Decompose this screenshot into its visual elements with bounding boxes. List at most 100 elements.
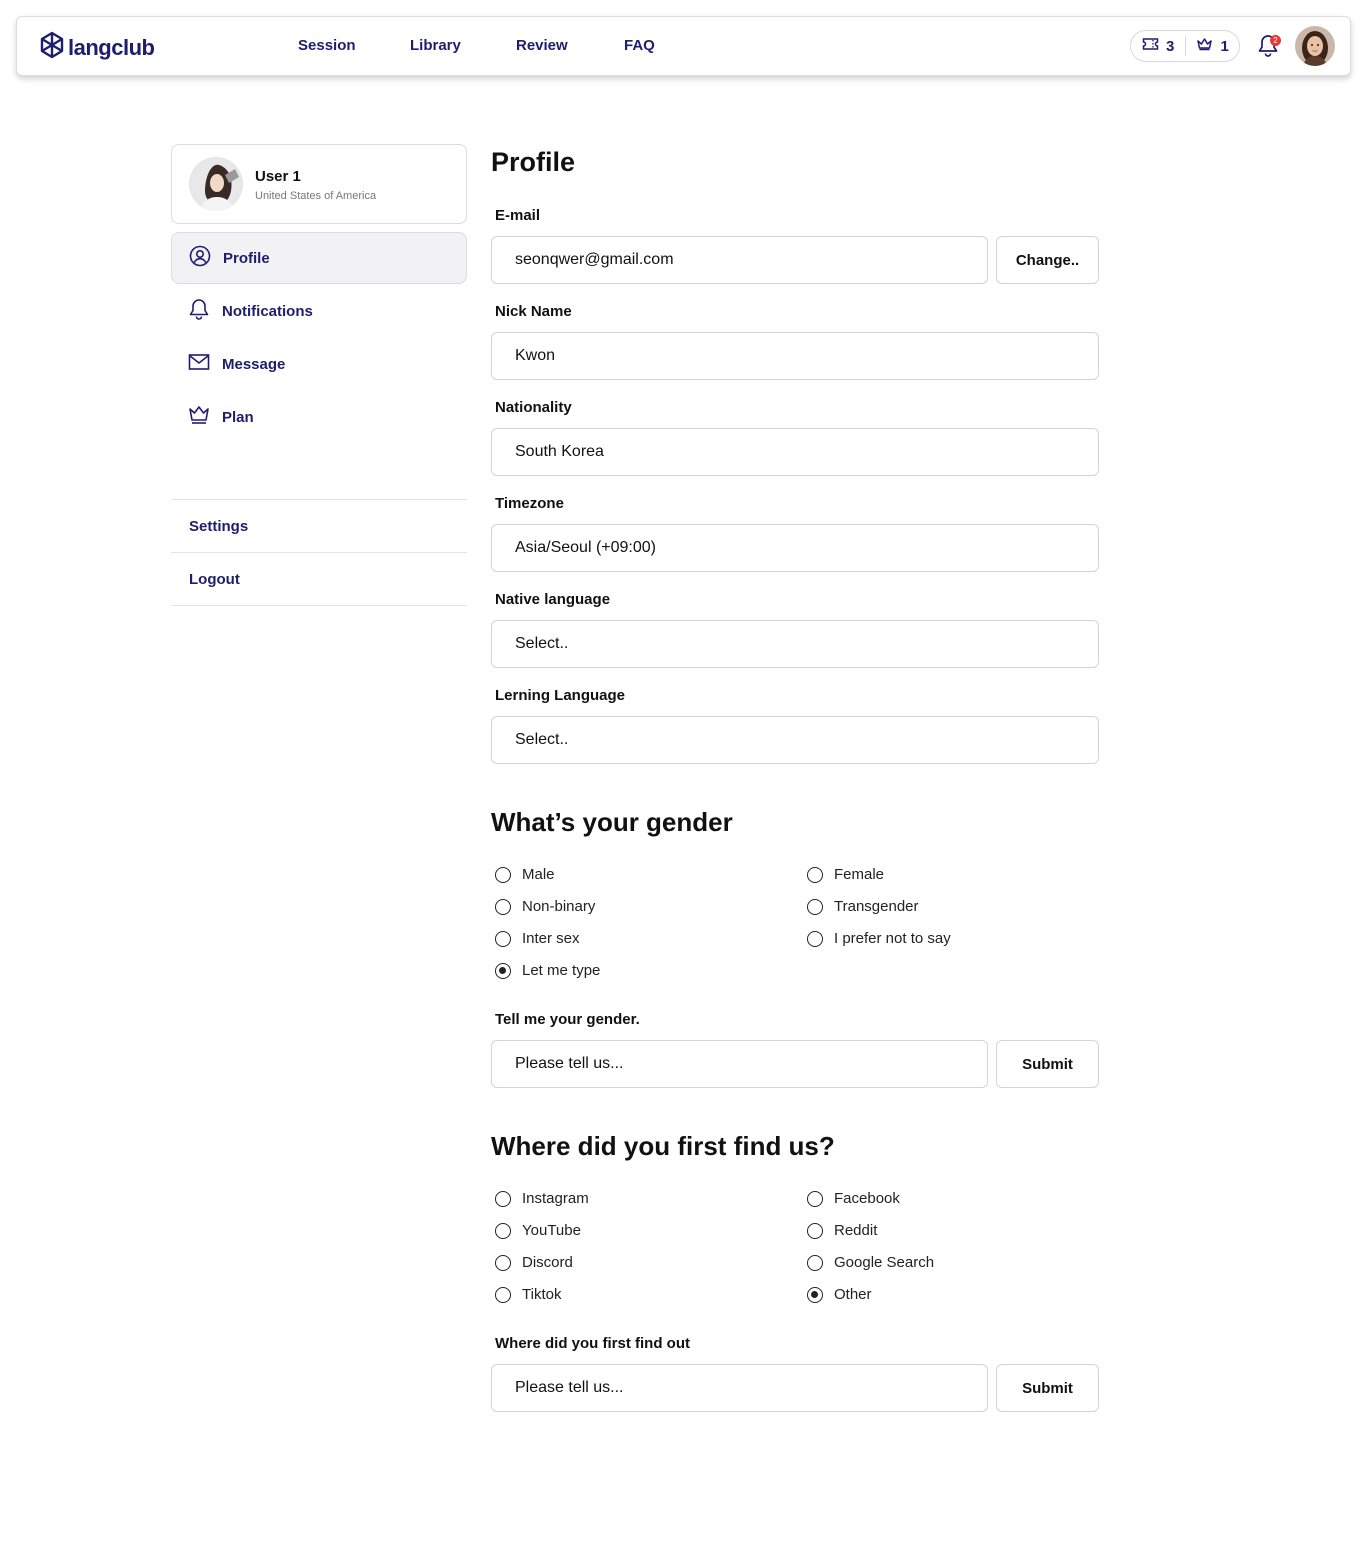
radio-button[interactable] [495,1222,511,1239]
nav-review-link[interactable]: Review [516,37,568,54]
gender-option-male[interactable]: Male [495,866,555,883]
gender-section-title: What’s your gender [491,807,733,837]
sidebar-item-plan[interactable]: Plan [171,391,467,443]
radio-label: I prefer not to say [834,930,951,947]
sidebar-link-settings[interactable]: Settings [171,499,467,552]
crowns-counter[interactable]: 1 [1185,37,1239,56]
gender-option-prefer-not-to-say[interactable]: I prefer not to say [807,930,951,947]
crown-icon [1196,37,1213,56]
nationality-label: Nationality [495,399,572,416]
radio-button[interactable] [807,1190,823,1207]
radio-label: Let me type [522,962,601,979]
crown-icon [188,404,210,430]
radio-button[interactable] [495,1286,511,1303]
learning-language-select[interactable]: Select.. [491,716,1099,764]
sidebar-item-label: Plan [222,408,254,426]
radio-button[interactable] [807,930,823,947]
gender-input[interactable]: Please tell us... [491,1040,988,1088]
bell-icon [188,298,210,324]
native-language-label: Native language [495,591,611,608]
gender-option-transgender[interactable]: Transgender [807,898,919,915]
nav-session-link[interactable]: Session [298,37,356,54]
gender-option-non-binary[interactable]: Non-binary [495,898,595,915]
nav-library[interactable]: Library [410,37,461,55]
sidebar-item-notifications[interactable]: Notifications [171,285,467,337]
user-card[interactable]: User 1 United States of America [171,144,467,224]
gender-option-female[interactable]: Female [807,866,884,883]
radio-label: Non-binary [522,898,596,915]
sidebar-divider [171,605,467,606]
email-field[interactable]: seonqwer@gmail.com [491,236,988,284]
source-option-facebook[interactable]: Facebook [807,1190,900,1207]
gender-option-inter-sex[interactable]: Inter sex [495,930,580,947]
gender-input-label: Tell me your gender. [495,1011,640,1028]
radio-button[interactable] [807,866,823,883]
email-label: E-mail [495,207,541,224]
sidebar-item-profile[interactable]: Profile [171,232,467,284]
radio-label: YouTube [522,1222,581,1239]
source-option-tiktok[interactable]: Tiktok [495,1286,561,1303]
radio-button[interactable] [495,1254,511,1271]
radio-label: Male [522,866,555,883]
logo-text: langclub [68,34,155,60]
radio-button-selected[interactable] [495,962,511,979]
change-email-button[interactable]: Change.. [996,236,1099,284]
source-option-instagram[interactable]: Instagram [495,1190,589,1207]
radio-label: Female [834,866,885,883]
nickname-label: Nick Name [495,303,572,320]
radio-button[interactable] [495,930,511,947]
sidebar-item-label: Profile [223,249,270,267]
gender-submit-button[interactable]: Submit [996,1040,1099,1088]
crowns-count: 1 [1220,37,1229,55]
radio-label: Facebook [834,1190,900,1207]
timezone-field[interactable]: Asia/Seoul (+09:00) [491,524,1099,572]
mail-icon [188,351,210,377]
ticket-icon [1142,37,1159,56]
gender-option-let-me-type[interactable]: Let me type [495,962,600,979]
radio-button[interactable] [495,1190,511,1207]
source-option-other[interactable]: Other [807,1286,872,1303]
radio-label: Tiktok [522,1286,562,1303]
source-option-google-search[interactable]: Google Search [807,1254,934,1271]
radio-label: Reddit [834,1222,878,1239]
user-circle-icon [189,245,211,271]
user-name: User 1 [255,168,301,185]
radio-button[interactable] [807,1254,823,1271]
radio-button[interactable] [495,866,511,883]
top-navbar: langclub Session Library Review FAQ 3 1 … [16,16,1351,76]
sidebar-item-message[interactable]: Message [171,338,467,390]
source-input[interactable]: Please tell us... [491,1364,988,1412]
radio-button[interactable] [495,898,511,915]
page-title: Profile [491,147,576,177]
sidebar-item-label: Message [222,355,286,373]
radio-label: Instagram [522,1190,589,1207]
radio-label: Discord [522,1254,573,1271]
timezone-label: Timezone [495,495,564,512]
nav-session[interactable]: Session [298,37,356,55]
tickets-counter[interactable]: 3 [1131,37,1185,56]
radio-label: Google Search [834,1254,935,1271]
radio-button[interactable] [807,898,823,915]
radio-button-selected[interactable] [807,1286,823,1303]
nav-library-link[interactable]: Library [410,37,461,54]
source-option-discord[interactable]: Discord [495,1254,573,1271]
source-option-youtube[interactable]: YouTube [495,1222,581,1239]
radio-label: Inter sex [522,930,580,947]
nav-faq[interactable]: FAQ [624,37,655,55]
radio-button[interactable] [807,1222,823,1239]
source-input-label: Where did you first find out [495,1335,690,1352]
nav-faq-link[interactable]: FAQ [624,37,655,54]
sidebar-link-logout[interactable]: Logout [171,552,467,605]
source-option-reddit[interactable]: Reddit [807,1222,877,1239]
nav-review[interactable]: Review [516,37,568,55]
top-avatar[interactable] [1295,26,1335,66]
user-avatar [189,157,243,211]
source-section-title: Where did you first find us? [491,1131,835,1161]
native-language-select[interactable]: Select.. [491,620,1099,668]
nickname-field[interactable]: Kwon [491,332,1099,380]
logo[interactable]: langclub [39,31,155,64]
balance-pill[interactable]: 3 1 [1130,30,1240,62]
radio-label: Other [834,1286,872,1303]
source-submit-button[interactable]: Submit [996,1364,1099,1412]
nationality-field[interactable]: South Korea [491,428,1099,476]
